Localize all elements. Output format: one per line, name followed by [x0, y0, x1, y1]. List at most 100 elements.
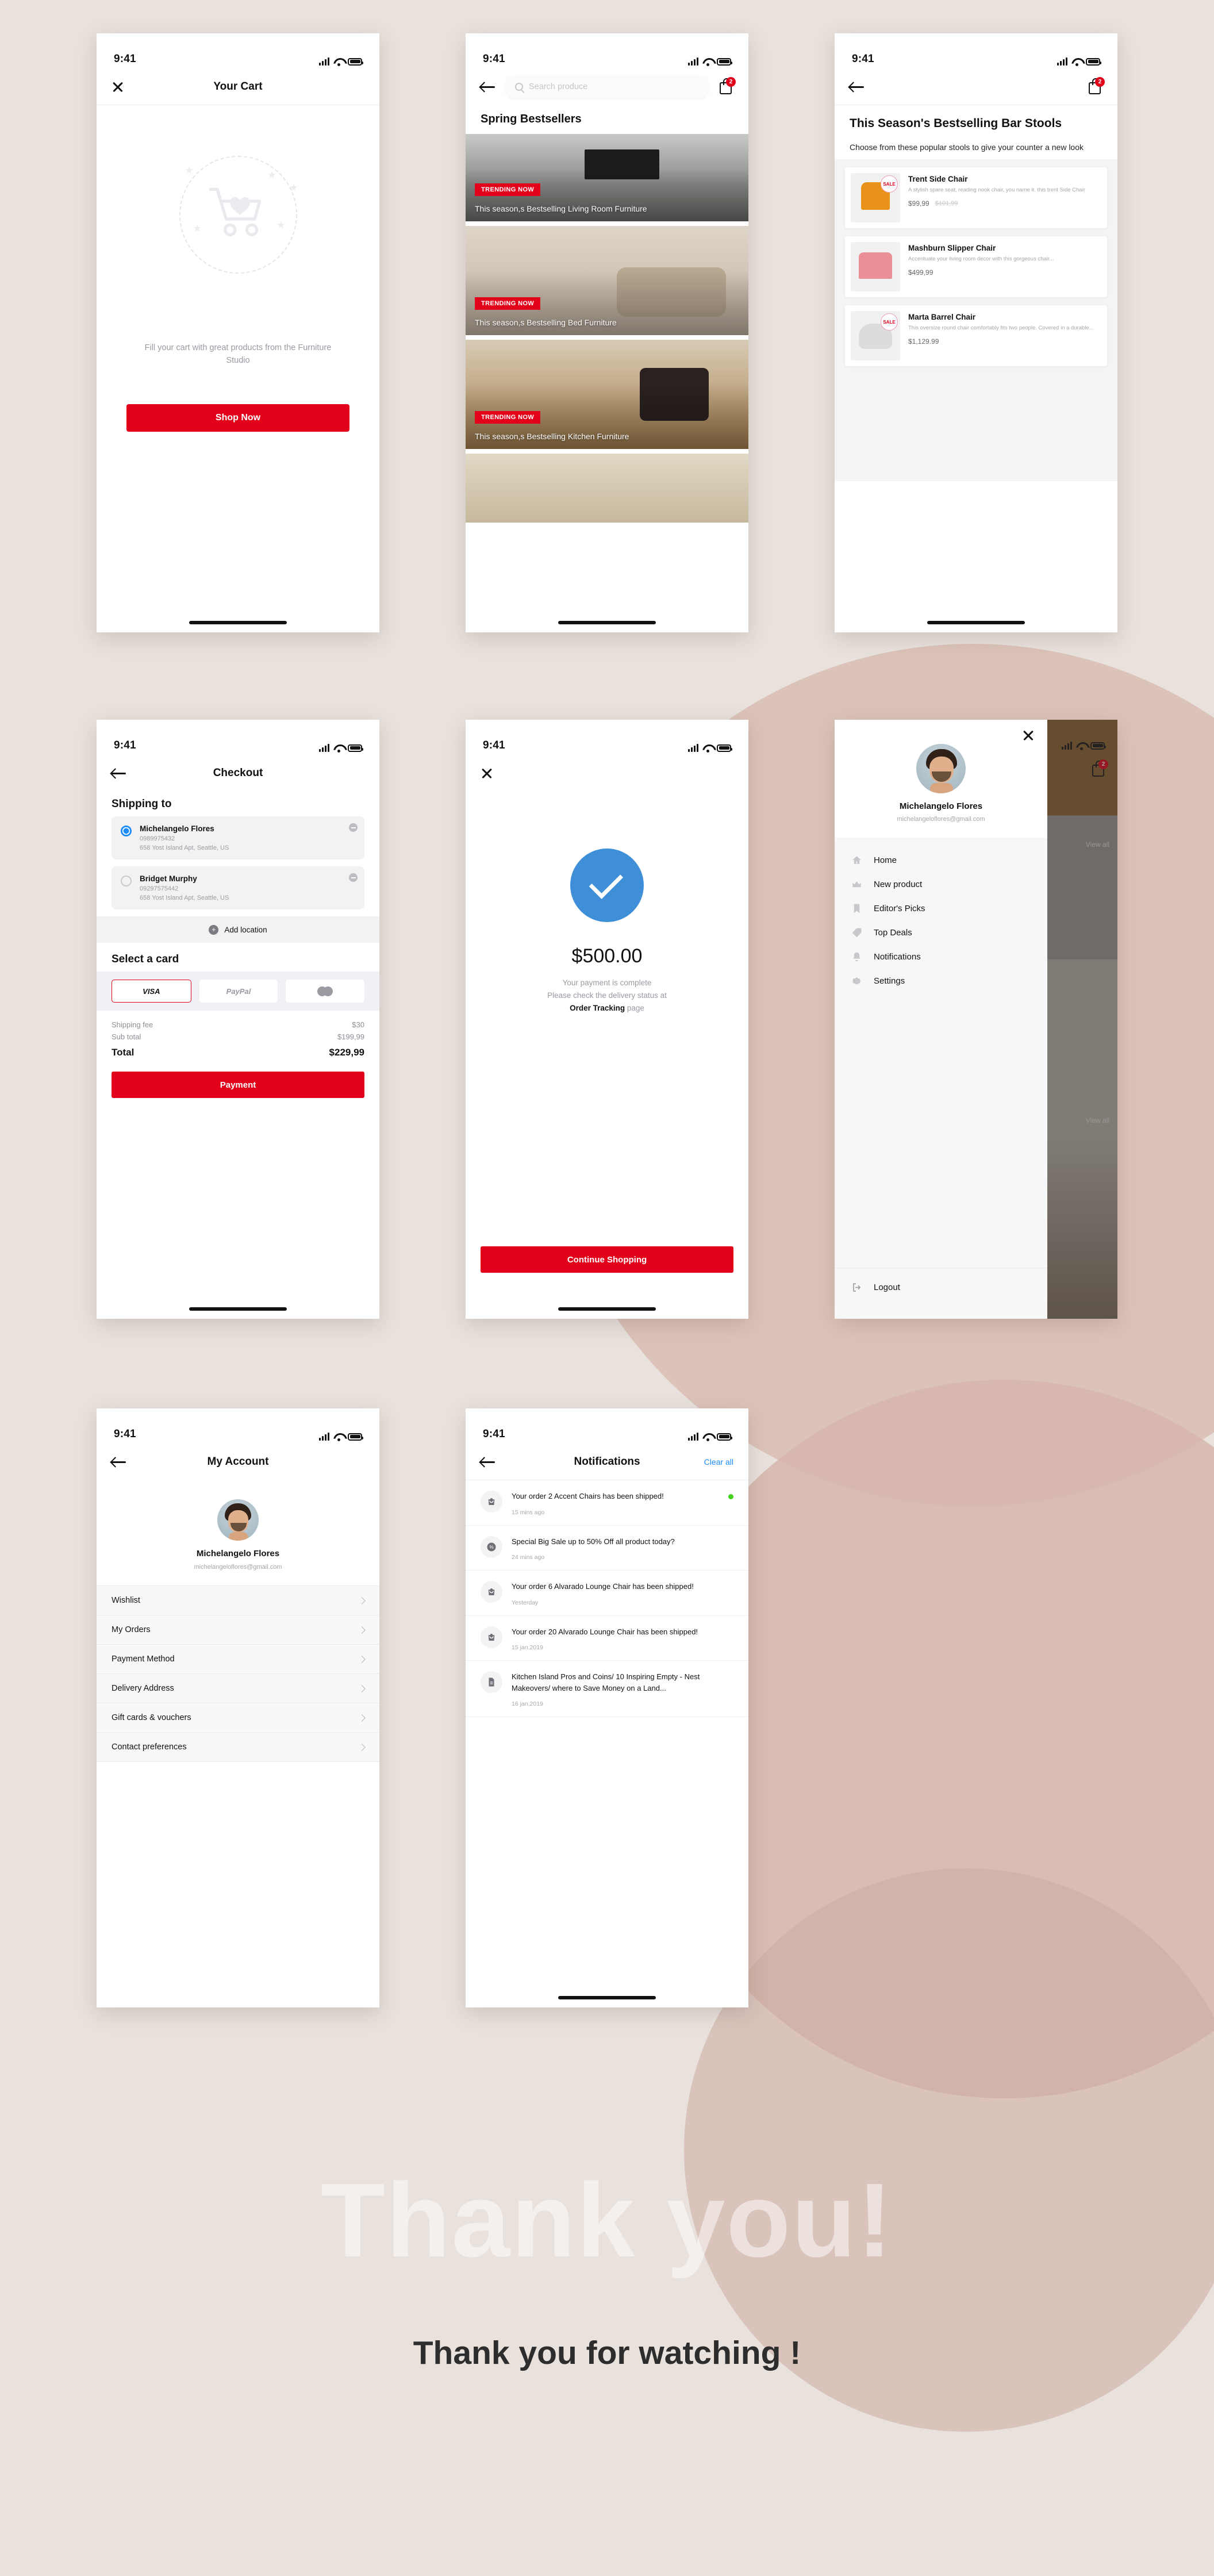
status-time: 9:41 [483, 739, 505, 751]
close-icon[interactable] [112, 80, 124, 93]
cart-icon[interactable]: 2 [1088, 77, 1105, 95]
promo-card-partial[interactable] [466, 454, 748, 523]
search-bar-row: Search produce 2 [466, 69, 748, 105]
drawer-item-top-deals[interactable]: Top Deals [835, 920, 1047, 945]
back-icon[interactable] [481, 81, 495, 93]
promo-card-living-room[interactable]: TRENDING NOW This season,s Bestselling L… [466, 134, 748, 221]
percent-icon: % [481, 1535, 502, 1558]
bag-icon [481, 1491, 502, 1512]
cart-badge: 2 [1095, 77, 1105, 87]
product-description: Accentuate your living room decor with t… [908, 256, 1054, 263]
notification-row[interactable]: Kitchen Island Pros and Coins/ 10 Inspir… [466, 1661, 748, 1717]
account-item-payment-method[interactable]: Payment Method [97, 1645, 379, 1674]
page-title: Your Cart [213, 80, 263, 93]
product-thumbnail: SALE [851, 311, 900, 361]
address-name: Michelangelo Flores [140, 824, 214, 833]
user-name: Michelangelo Flores [899, 801, 983, 811]
address-phone: 0989975432 [140, 835, 175, 842]
star-icon: ★ [193, 223, 202, 234]
add-location-button[interactable]: + Add location [97, 916, 379, 943]
notification-row[interactable]: Your order 20 Alvarado Lounge Chair has … [466, 1616, 748, 1661]
drawer-item-home[interactable]: Home [835, 848, 1047, 872]
battery-icon [348, 744, 363, 752]
back-icon[interactable] [112, 767, 126, 779]
drawer-item-new-product[interactable]: New product [835, 872, 1047, 896]
total-label: Total [112, 1047, 135, 1058]
product-thumbnail [851, 242, 900, 292]
cart-icon[interactable]: 2 [719, 77, 736, 95]
status-time: 9:41 [483, 1428, 505, 1440]
promo-card-bed[interactable]: TRENDING NOW This season,s Bestselling B… [466, 226, 748, 335]
notification-time: 16 jan,2019 [512, 1700, 543, 1707]
card-visa[interactable]: VISA [112, 980, 191, 1003]
remove-address-icon[interactable] [349, 823, 358, 832]
radio-unselected[interactable] [121, 876, 132, 886]
product-price: $99,99 [908, 199, 929, 208]
card-mastercard[interactable] [286, 980, 365, 1003]
shop-now-button[interactable]: Shop Now [126, 404, 349, 432]
status-time: 9:41 [483, 53, 505, 65]
logout-button[interactable]: Logout [851, 1275, 1031, 1299]
battery-icon [1086, 57, 1101, 66]
promo-card-kitchen[interactable]: TRENDING NOW This season,s Bestselling K… [466, 340, 748, 449]
status-bar: 9:41 [466, 720, 748, 755]
success-line-2: Please check the delivery status at [547, 991, 667, 1000]
notification-time: 15 jan,2019 [512, 1644, 543, 1651]
account-item-my-orders[interactable]: My Orders [97, 1615, 379, 1645]
close-icon[interactable] [481, 767, 493, 780]
back-icon[interactable] [850, 81, 865, 93]
search-input[interactable]: Search produce [505, 75, 709, 98]
drawer-item-label: Editor's Picks [874, 903, 925, 913]
address-name: Bridget Murphy [140, 874, 197, 883]
address-option[interactable]: Michelangelo Flores 0989975432 658 Yost … [112, 816, 364, 859]
notification-time: 24 mins ago [512, 1554, 545, 1561]
back-icon[interactable] [481, 1456, 495, 1468]
drawer-item-notifications[interactable]: Notifications [835, 945, 1047, 969]
account-menu: Wishlist My Orders Payment Method Delive… [97, 1585, 379, 1762]
success-line-1: Your payment is complete [562, 978, 652, 987]
account-item-delivery-address[interactable]: Delivery Address [97, 1674, 379, 1703]
home-icon [851, 854, 862, 866]
address-option[interactable]: Bridget Murphy 09297575442 658 Yost Isla… [112, 866, 364, 909]
battery-icon [717, 744, 732, 752]
status-time: 9:41 [114, 739, 136, 751]
drawer-item-settings[interactable]: Settings [835, 969, 1047, 993]
thank-you-text: Thank you for watching ! [413, 2335, 801, 2371]
mastercard-icon [317, 986, 333, 996]
success-message: Your payment is complete Please check th… [466, 977, 748, 1015]
success-line-3: page [627, 1003, 644, 1012]
account-item-contact-preferences[interactable]: Contact preferences [97, 1733, 379, 1762]
user-email: michelangeloflores@gmail.com [194, 1564, 282, 1571]
close-icon[interactable] [1022, 729, 1035, 742]
account-item-wishlist[interactable]: Wishlist [97, 1586, 379, 1615]
star-icon: ★ [185, 165, 194, 176]
notification-row[interactable]: Your order 6 Alvarado Lounge Chair has b… [466, 1571, 748, 1616]
product-name: Marta Barrel Chair [908, 313, 976, 322]
address-line: 658 Yost Island Apt, Seattle, US [140, 895, 229, 901]
page-title: This Season's Bestselling Bar Stools [850, 117, 1062, 130]
crown-icon [851, 878, 862, 890]
chevron-right-icon [358, 1743, 366, 1751]
clear-all-button[interactable]: Clear all [704, 1457, 733, 1466]
order-tracking-link[interactable]: Order Tracking [570, 1004, 625, 1012]
product-card[interactable]: Mashburn Slipper Chair Accentuate your l… [845, 236, 1107, 298]
drawer-header: Michelangelo Flores michelangeloflores@g… [835, 720, 1047, 838]
notification-row[interactable]: Your order 2 Accent Chairs has been ship… [466, 1480, 748, 1526]
remove-address-icon[interactable] [349, 873, 358, 882]
nav-bar: 2 [835, 69, 1117, 105]
continue-shopping-button[interactable]: Continue Shopping [481, 1246, 733, 1273]
account-item-gift-cards[interactable]: Gift cards & vouchers [97, 1703, 379, 1733]
product-card[interactable]: SALE Marta Barrel Chair This oversize ro… [845, 305, 1107, 367]
product-name: Mashburn Slipper Chair [908, 244, 996, 253]
signal-icon [319, 57, 329, 66]
bag-icon [481, 1626, 502, 1648]
product-card[interactable]: SALE Trent Side Chair A stylish spare se… [845, 167, 1107, 229]
account-item-label: Gift cards & vouchers [112, 1713, 191, 1722]
back-icon[interactable] [112, 1456, 126, 1468]
radio-selected[interactable] [121, 826, 132, 836]
card-paypal[interactable]: PayPal [199, 980, 278, 1003]
notification-row[interactable]: % Special Big Sale up to 50% Off all pro… [466, 1526, 748, 1571]
svg-text:%: % [489, 1545, 494, 1550]
payment-button[interactable]: Payment [112, 1072, 364, 1098]
drawer-item-editors-picks[interactable]: Editor's Picks [835, 896, 1047, 920]
